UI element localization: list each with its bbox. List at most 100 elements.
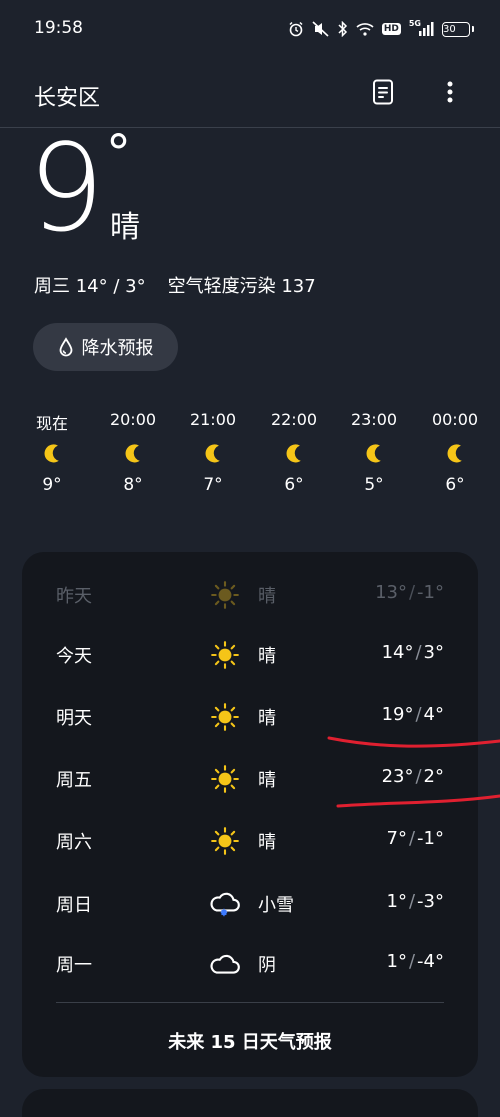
moon-icon [93,432,173,474]
daily-row[interactable]: 周一 阴 1° / -4° [22,943,478,983]
day-temperature-range: 13° / -1° [375,582,444,603]
card-divider [56,1002,444,1003]
precipitation-label: 降水预报 [81,338,154,359]
day-name: 周一 [56,955,92,976]
hourly-forecast[interactable]: 现在 9° 20:00 8° 21:00 7° 22:00 6° 23:00 5° 00:00 6° [12,410,500,520]
current-condition: 晴 [110,210,140,245]
day-low: -3° [417,891,444,912]
day-high: 1° [386,891,407,912]
hour-temp: 6° [284,475,304,495]
hourly-item: 23:00 5° [334,410,414,495]
current-temperature: 9 [28,120,104,259]
day-high: 23° [381,766,414,787]
alarm-icon [288,21,304,37]
summary-high-low: 14° / 3° [75,276,146,297]
daily-row[interactable]: 今天 晴 14°/3° [22,634,478,674]
document-button[interactable] [367,76,399,108]
temp-separator: / [415,704,422,725]
hour-time: 23:00 [350,410,398,429]
network-type: 5G [408,19,421,28]
daily-row[interactable]: 周五 晴 23°/2° [22,758,478,798]
hour-time: 21:00 [189,410,237,429]
hourly-item: 现在 9° [12,410,92,495]
day-low: -1° [417,828,444,849]
daily-row[interactable]: 周日 小雪 1° / -3° [22,883,478,923]
moon-icon [12,432,92,474]
signal-icon: 5G [408,19,434,36]
day-high: 13° [375,582,407,603]
hour-temp: 9° [42,475,62,495]
moon-icon [334,432,414,474]
status-time: 19:58 [34,18,83,38]
precipitation-forecast-button[interactable]: 降水预报 [33,323,178,371]
hour-time: 现在 [35,414,68,433]
sun-icon [208,762,242,796]
day-condition: 晴 [258,832,276,853]
moon-icon [173,432,253,474]
hour-temp: 5° [364,475,384,495]
daily-row[interactable]: 明天 晴 19°/4° [22,696,478,736]
hour-time: 20:00 [109,410,157,429]
day-low: -4° [417,951,444,972]
fifteen-day-forecast-link[interactable]: 未来 15 日天气预报 [22,1028,478,1054]
cloud-icon [208,947,242,981]
sun-icon [208,578,242,612]
hour-temp: 7° [203,475,223,495]
day-name: 明天 [56,708,92,729]
hd-badge: HD [381,23,401,35]
daily-row[interactable]: 昨天 晴 13° / -1° [22,574,478,614]
today-summary: 周三 14° / 3° 空气轻度污染 137 [34,272,316,298]
hourly-item: 21:00 7° [173,410,253,495]
day-condition: 晴 [258,586,276,607]
day-high: 14° [381,642,414,663]
day-name: 周六 [56,832,92,853]
more-vertical-icon [447,81,453,103]
hourly-item: 20:00 8° [93,410,173,495]
temp-separator: / [415,642,422,663]
temp-separator: / [408,582,416,603]
day-temperature-range: 7° / -1° [387,828,444,849]
day-condition: 晴 [258,646,276,667]
location-title[interactable]: 长安区 [34,80,100,112]
day-temperature-range: 1° / -4° [387,951,444,972]
hour-temp: 6° [445,475,465,495]
temp-separator: / [408,828,416,849]
degree-symbol: ° [106,124,131,182]
temp-separator: / [415,766,422,787]
day-name: 周日 [56,895,92,916]
air-quality[interactable]: 空气轻度污染 137 [168,276,316,297]
day-condition: 阴 [258,955,276,976]
more-options-button[interactable] [434,76,466,108]
hourly-item: 22:00 6° [254,410,334,495]
day-condition: 晴 [258,770,276,791]
day-condition: 晴 [258,708,276,729]
document-icon [373,79,393,105]
day-name: 昨天 [56,586,92,607]
day-high: 7° [386,828,407,849]
summary-day: 周三 [34,276,70,297]
bluetooth-icon [338,21,348,37]
daily-row[interactable]: 周六 晴 7° / -1° [22,820,478,860]
hour-time: 00:00 [431,410,479,429]
day-temperature-range: 19°/4° [382,704,444,725]
day-high: 1° [386,951,407,972]
app-header: 长安区 [0,58,500,128]
snow-cloud-icon [208,887,242,921]
moon-icon [415,432,495,474]
raindrop-icon [59,337,72,357]
day-temperature-range: 14°/3° [382,642,444,663]
temp-separator: / [408,951,416,972]
moon-icon [254,432,334,474]
sun-icon [208,638,242,672]
day-temperature-range: 1° / -3° [387,891,444,912]
battery-icon: 30 [442,21,474,37]
sun-icon [208,700,242,734]
next-card [22,1089,478,1117]
sun-icon [208,824,242,858]
weather-screen: 19:58 HD 5G 30 长安区 9 ° 晴 周三 14° / 3° 空气轻… [0,0,500,1117]
day-low: 4° [423,704,444,725]
day-high: 19° [381,704,414,725]
day-name: 周五 [56,770,92,791]
day-temperature-range: 23°/2° [382,766,444,787]
day-low: 2° [423,766,444,787]
